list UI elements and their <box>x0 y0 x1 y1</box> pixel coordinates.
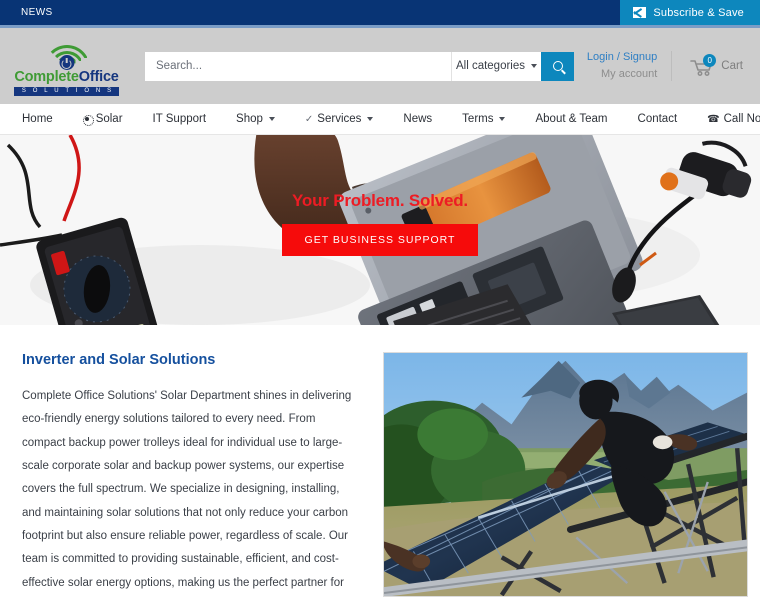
category-select-label: All categories <box>455 60 526 72</box>
category-select[interactable]: All categories <box>451 51 541 81</box>
search-input[interactable] <box>145 51 451 81</box>
main-content: Inverter and Solar Solutions Complete Of… <box>0 325 760 600</box>
nav-item-it-support[interactable]: IT Support <box>153 113 223 125</box>
cart-icon: 0 <box>690 54 717 76</box>
mail-icon <box>633 7 647 18</box>
get-business-support-button[interactable]: GET BUSINESS SUPPORT <box>281 224 479 256</box>
subscribe-and-save-button[interactable]: Subscribe & Save <box>620 0 760 25</box>
nav-label: Contact <box>637 113 678 125</box>
nav-item-solar[interactable]: Solar <box>82 113 139 126</box>
search-bar: All categories <box>145 51 574 81</box>
main-navigation: Home Solar IT Support Shop ✓ Services Ne… <box>0 104 760 135</box>
nav-item-shop[interactable]: Shop <box>236 113 291 125</box>
nav-item-about-team[interactable]: About & Team <box>535 113 623 125</box>
cart-button[interactable]: 0 Cart <box>672 54 743 76</box>
topbar-left-group: NEWS <box>0 0 53 25</box>
nav-item-call-now[interactable]: ☎ Call Now <box>707 113 760 125</box>
login-signup-link[interactable]: Login / Signup <box>587 49 657 66</box>
search-icon <box>552 61 563 71</box>
my-account-link[interactable]: My account <box>587 66 657 83</box>
nav-label: About & Team <box>535 113 608 125</box>
nav-item-terms[interactable]: Terms <box>462 113 521 125</box>
cart-count-badge: 0 <box>703 54 717 67</box>
page-title: Inverter and Solar Solutions <box>22 352 216 368</box>
sun-icon <box>82 114 94 126</box>
nav-label: IT Support <box>152 113 207 125</box>
check-icon: ✓ <box>304 113 314 125</box>
solar-description: Complete Office Solutions' Solar Departm… <box>22 390 352 589</box>
hero-title: Your Problem. Solved. <box>292 191 468 210</box>
logo-wordmark: CompleteOffice <box>14 70 119 85</box>
site-logo[interactable]: CompleteOffice S O L U T I O N S <box>14 36 119 96</box>
chevron-down-icon <box>268 117 275 121</box>
chevron-down-icon <box>367 117 374 121</box>
account-links: Login / Signup My account <box>587 49 671 83</box>
nav-item-news[interactable]: News <box>403 113 448 125</box>
cart-label: Cart <box>721 60 743 72</box>
nav-label: News <box>403 113 433 125</box>
chevron-down-icon <box>531 64 538 68</box>
subscribe-label: Subscribe & Save <box>653 6 744 19</box>
phone-icon: ☎ <box>707 113 720 125</box>
site-header: CompleteOffice S O L U T I O N S All cat… <box>0 28 760 104</box>
search-button[interactable] <box>541 51 574 81</box>
nav-label: Solar <box>95 113 123 125</box>
solar-installation-photo <box>383 352 748 597</box>
solar-photo-column <box>383 352 748 600</box>
logo-wifi-power-icon <box>36 36 98 71</box>
nav-item-contact[interactable]: Contact <box>638 113 694 125</box>
nav-label: Home <box>22 113 53 125</box>
chevron-down-icon <box>499 117 506 121</box>
top-announcement-bar: NEWS Subscribe & Save <box>0 0 760 25</box>
hero-overlay: Your Problem. Solved. GET BUSINESS SUPPO… <box>0 191 760 256</box>
header-right-group: Login / Signup My account 0 Cart <box>587 49 743 83</box>
nav-item-services[interactable]: ✓ Services <box>305 113 390 125</box>
logo-subtitle: S O L U T I O N S <box>14 86 119 96</box>
solar-text-column: Inverter and Solar Solutions Complete Of… <box>22 352 360 600</box>
nav-label: Shop <box>236 113 263 125</box>
logo-word-complete: Complete <box>14 69 79 86</box>
hero-banner: Your Problem. Solved. GET BUSINESS SUPPO… <box>0 135 760 325</box>
news-link[interactable]: NEWS <box>21 7 53 18</box>
nav-item-home[interactable]: Home <box>22 113 69 125</box>
nav-label: Call Now <box>723 113 760 125</box>
logo-word-office: Office <box>78 69 119 86</box>
nav-label: Services <box>317 113 362 125</box>
nav-label: Terms <box>462 113 494 125</box>
